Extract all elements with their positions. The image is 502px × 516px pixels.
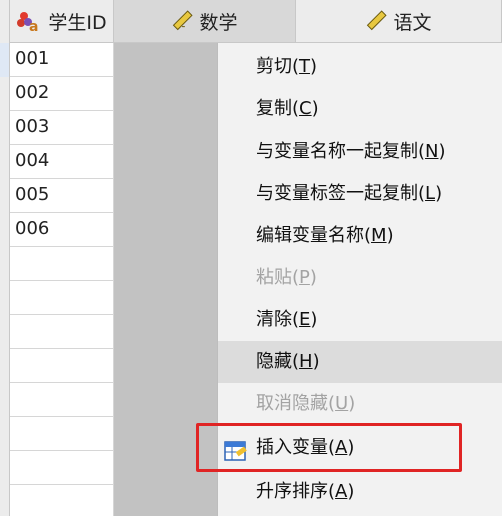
menu-item-hide[interactable]: 隐藏(H) (218, 341, 502, 383)
cell-student-id[interactable]: 004 (10, 145, 114, 179)
context-menu: 剪切(T) 复制(C) 与变量名称一起复制(N) 与变量标签一起复制(L) 编辑… (217, 43, 502, 516)
cell-empty[interactable] (10, 315, 114, 349)
ruler-icon (365, 10, 388, 32)
insert-variable-icon (224, 437, 248, 461)
cell-empty[interactable] (10, 485, 114, 516)
column-header-label: 数学 (199, 11, 238, 34)
column-header-label: 学生ID (48, 11, 107, 34)
menu-item-edit-variable-name[interactable]: 编辑变量名称(M) (218, 215, 502, 257)
menu-item-clear[interactable]: 清除(E) (218, 299, 502, 341)
menu-item-copy[interactable]: 复制(C) (218, 88, 502, 130)
menu-item-cut[interactable]: 剪切(T) (218, 46, 502, 88)
cell-empty[interactable] (10, 349, 114, 383)
cell-empty[interactable] (10, 247, 114, 281)
menu-item-copy-with-labels[interactable]: 与变量标签一起复制(L) (218, 173, 502, 215)
menu-item-insert-variable[interactable]: 插入变量(A) (218, 427, 502, 469)
menu-item-sort-ascending[interactable]: 升序排序(A) (218, 471, 502, 513)
selected-column-math[interactable] (114, 43, 217, 516)
menu-item-paste: 粘贴(P) (256, 267, 317, 288)
row-number-strip (0, 0, 10, 516)
cell-student-id[interactable]: 005 (10, 179, 114, 213)
column-header-student-id[interactable]: a 学生ID (10, 0, 114, 43)
cell-student-id[interactable]: 002 (10, 77, 114, 111)
column-header-chinese[interactable]: 语文 (296, 0, 502, 43)
cell-student-id[interactable]: 006 (10, 213, 114, 247)
ruler-icon (171, 10, 194, 32)
menu-item-unhide: 取消隐藏(U) (256, 393, 356, 414)
cell-empty[interactable] (10, 451, 114, 485)
cell-empty[interactable] (10, 417, 114, 451)
column-header-math[interactable]: 数学 (114, 0, 296, 43)
active-row-marker (0, 43, 10, 77)
cell-student-id[interactable]: 003 (10, 111, 114, 145)
cell-empty[interactable] (10, 281, 114, 315)
svg-text:a: a (29, 19, 38, 33)
cell-student-id[interactable]: 001 (10, 43, 114, 77)
menu-item-copy-with-names[interactable]: 与变量名称一起复制(N) (218, 131, 502, 173)
nominal-variable-icon: a (16, 9, 42, 35)
cell-empty[interactable] (10, 383, 114, 417)
column-header-label: 语文 (393, 11, 432, 34)
